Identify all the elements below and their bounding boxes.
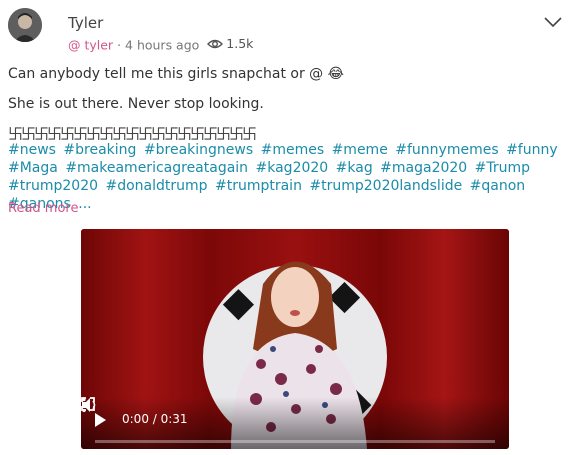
hashtag-link[interactable]: #qanon	[470, 178, 526, 194]
user-handle[interactable]: @ tyler	[68, 38, 113, 53]
eye-icon	[207, 39, 224, 48]
hashtag-ellipsis: ...	[78, 196, 92, 212]
hashtag-link[interactable]: #donaldtrump	[105, 178, 207, 194]
hashtag-link[interactable]: #breaking	[63, 142, 136, 158]
hashtag-link[interactable]: #funnymemes	[395, 142, 498, 158]
video-progress-bar[interactable]	[95, 440, 495, 443]
chevron-down-icon[interactable]	[544, 16, 562, 28]
post-meta: @ tyler · 4 hours ago 1.5k	[68, 36, 254, 53]
hashtag-link[interactable]: #trump2020landslide	[309, 178, 462, 194]
hashtag-link[interactable]: #Maga	[8, 160, 58, 176]
hashtag-link[interactable]: #makeamericagreatagain	[65, 160, 248, 176]
view-count: 1.5k	[207, 36, 253, 51]
post-time: 4 hours ago	[125, 37, 200, 53]
post-text-line: Can anybody tell me this girls snapchat …	[8, 66, 344, 82]
video-time: 0:00 / 0:31	[122, 412, 188, 426]
post-header: Tyler @ tyler · 4 hours ago 1.5k	[8, 8, 568, 53]
more-vert-icon[interactable]	[81, 397, 87, 413]
view-count-value: 1.5k	[226, 36, 254, 51]
read-more-link[interactable]: Read more	[8, 201, 78, 216]
hashtag-list: #news #breaking #breakingnews #memes #me…	[8, 141, 578, 213]
video-player[interactable]: 0:00 / 0:31	[81, 229, 509, 449]
hashtag-link[interactable]: #Trump	[475, 160, 530, 176]
hashtag-link[interactable]: #funny	[506, 142, 558, 158]
hashtag-link[interactable]: #kag	[336, 160, 373, 176]
video-controls: 0:00 / 0:31	[81, 397, 509, 449]
hashtag-link[interactable]: #trumptrain	[215, 178, 302, 194]
post-card: Tyler @ tyler · 4 hours ago 1.5k Can any…	[0, 0, 580, 455]
hashtag-link[interactable]: #news	[8, 142, 56, 158]
avatar[interactable]	[8, 8, 42, 42]
hashtag-link[interactable]: #kag2020	[256, 160, 329, 176]
post-text-line: She is out there. Never stop looking.	[8, 96, 264, 112]
play-icon[interactable]	[95, 413, 106, 427]
username[interactable]: Tyler	[68, 14, 103, 32]
hashtag-link[interactable]: #maga2020	[380, 160, 467, 176]
hashtag-link[interactable]: #meme	[332, 142, 388, 158]
hashtag-link[interactable]: #trump2020	[8, 178, 98, 194]
hashtag-link[interactable]: #breakingnews	[144, 142, 253, 158]
hashtag-link[interactable]: #memes	[261, 142, 325, 158]
